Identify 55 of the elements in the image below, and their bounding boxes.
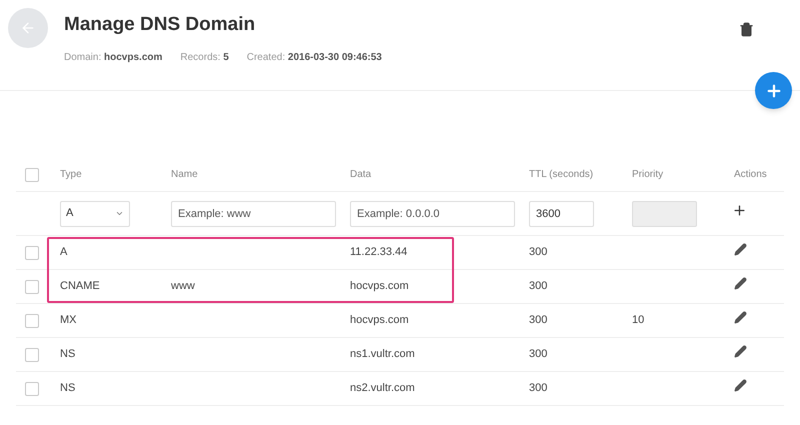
checkbox[interactable] [25,382,39,396]
pencil-icon [734,311,747,324]
plus-icon [732,203,747,218]
caret-icon [115,209,124,218]
add-button[interactable] [755,72,792,109]
edit-button[interactable] [734,345,747,358]
pencil-icon [734,243,747,256]
ttl-field[interactable]: 3600 [529,200,594,226]
column-header: Data [350,169,372,180]
table-cell: hocvps.com [350,280,409,292]
data-field[interactable]: Example: 0.0.0.0 [350,200,515,226]
table-cell: 300 [529,246,548,258]
checkbox[interactable] [25,280,39,294]
column-header: Type [60,169,82,180]
meta-text: Records: 5 [180,50,229,64]
pencil-icon [734,379,747,392]
table-cell: hocvps.com [350,314,409,326]
edit-button[interactable] [734,379,747,392]
add-record-button[interactable] [732,203,747,218]
name-field[interactable]: Example: www [171,200,336,226]
column-header: TTL (seconds) [529,169,594,180]
table-cell: MX [60,314,76,326]
trash-icon [739,22,754,37]
table-cell: CNAME [60,280,100,292]
table-cell: NS [60,382,76,394]
table-cell: 300 [529,382,548,394]
edit-button[interactable] [734,277,747,290]
table-cell: NS [60,348,76,360]
edit-button[interactable] [734,243,747,256]
table-cell: 10 [632,314,644,326]
column-header: Priority [632,169,664,180]
column-header: Name [171,169,198,180]
column-header: Actions [734,169,767,180]
table-cell: 300 [529,314,548,326]
meta-text: Created: 2016-03-30 09:46:53 [246,50,382,64]
page-title: Manage DNS Domain [64,13,256,37]
checkbox[interactable] [25,314,39,328]
table-cell: www [171,280,195,292]
pencil-icon [734,345,747,358]
table-cell: ns2.vultr.com [350,382,415,394]
type-select[interactable]: A [60,200,130,226]
edit-button[interactable] [734,311,747,324]
table-cell: 11.22.33.44 [350,246,408,258]
pencil-icon [734,277,747,290]
checkbox[interactable] [25,168,39,182]
delete-button[interactable] [739,22,754,37]
table-cell: 300 [529,348,548,360]
table-cell: A [60,246,68,258]
table-cell: 300 [529,280,548,292]
plus-icon [764,82,782,100]
table-cell: ns1.vultr.com [350,348,415,360]
meta-text: Domain: hocvps.com [64,50,162,64]
back-icon [20,20,36,36]
checkbox[interactable] [25,348,39,362]
checkbox[interactable] [25,246,39,260]
